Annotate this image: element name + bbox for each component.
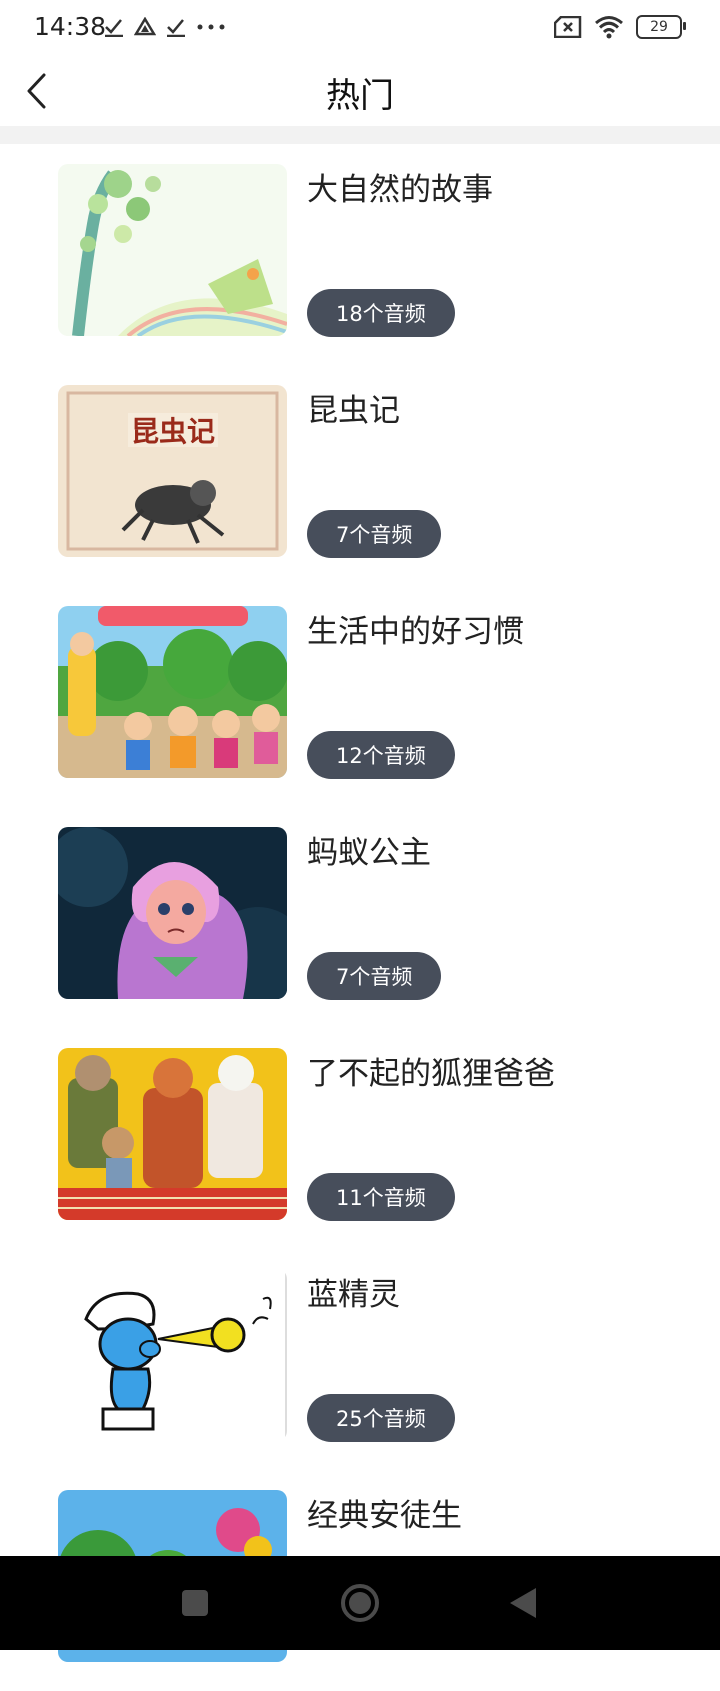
audio-count-badge: 12个音频 [307, 731, 455, 779]
album-title: 昆虫记 [307, 393, 400, 429]
album-item-habits[interactable]: 生活中的好习惯 12个音频 [0, 586, 720, 807]
svg-text:昆虫记: 昆虫记 [131, 415, 215, 448]
more-dots-icon [197, 24, 225, 30]
album-title: 经典安徒生 [307, 1498, 462, 1534]
album-item-insects[interactable]: 昆虫记 昆虫记 7个音频 [0, 365, 720, 586]
header-bar: 热门 [0, 56, 720, 126]
home-icon [341, 1584, 379, 1622]
album-cover-smurfs [58, 1269, 287, 1441]
album-cover-ant-princess [58, 827, 287, 999]
recent-apps-icon [182, 1590, 208, 1616]
audio-count-badge: 18个音频 [307, 289, 455, 337]
page-title: 热门 [326, 76, 394, 116]
status-time: 14:38 [34, 12, 107, 41]
check-icon [167, 19, 185, 37]
audio-count-badge: 7个音频 [307, 510, 442, 558]
album-title: 蚂蚁公主 [307, 835, 431, 871]
album-title: 生活中的好习惯 [307, 614, 524, 650]
album-title: 蓝精灵 [307, 1277, 400, 1313]
album-item-fox-dad[interactable]: 了不起的狐狸爸爸 11个音频 [0, 1028, 720, 1249]
drive-icon [134, 17, 156, 36]
album-title: 大自然的故事 [307, 172, 493, 208]
audio-count-badge: 11个音频 [307, 1173, 455, 1221]
home-button[interactable] [315, 1556, 405, 1650]
wifi-icon [595, 16, 623, 39]
album-cover-habits [58, 606, 287, 778]
album-cover-nature [58, 164, 287, 336]
album-title: 了不起的狐狸爸爸 [307, 1056, 555, 1092]
back-triangle-icon [510, 1588, 536, 1618]
recent-apps-button[interactable] [150, 1556, 240, 1650]
header-divider [0, 126, 720, 144]
audio-count-badge: 7个音频 [307, 952, 442, 1000]
album-cover-insects: 昆虫记 [58, 385, 287, 557]
check-icon [105, 19, 123, 37]
album-cover-fox-dad [58, 1048, 287, 1220]
album-item-nature[interactable]: 大自然的故事 18个音频 [0, 144, 720, 365]
album-item-ant-princess[interactable]: 蚂蚁公主 7个音频 [0, 807, 720, 1028]
status-bar: 14:38 29 [0, 0, 720, 56]
back-nav-button[interactable] [478, 1556, 568, 1650]
sim-x-icon [554, 16, 582, 38]
audio-count-badge: 25个音频 [307, 1394, 455, 1442]
system-nav-bar [0, 1556, 720, 1650]
battery-level: 29 [650, 19, 668, 35]
album-item-smurfs[interactable]: 蓝精灵 25个音频 [0, 1249, 720, 1470]
battery-icon: 29 [636, 15, 686, 39]
